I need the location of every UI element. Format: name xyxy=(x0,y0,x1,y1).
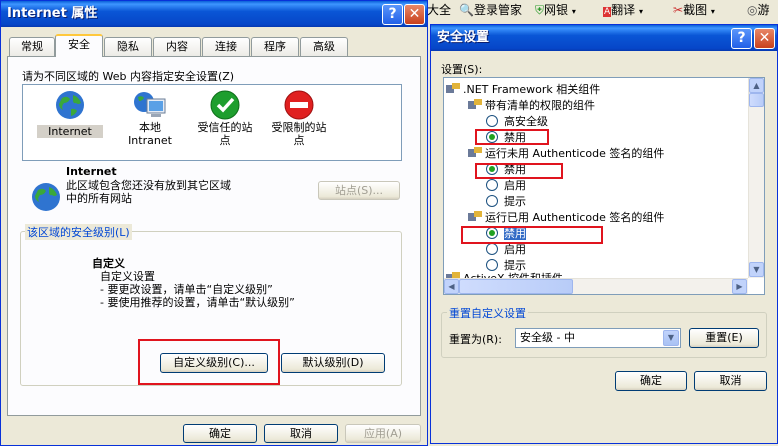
tab-privacy[interactable]: 隐私 xyxy=(104,37,152,56)
tab-general[interactable]: 常规 xyxy=(9,37,55,56)
settings-label: 设置(S): xyxy=(441,63,483,76)
toolbar-item-translate[interactable]: A翻译 ▾ xyxy=(603,2,643,20)
gamepad-icon: ◎ xyxy=(747,3,758,17)
tab-content[interactable]: 内容 xyxy=(153,37,201,56)
radio-option[interactable]: 启用 xyxy=(486,242,526,258)
zone-prompt: 请为不同区域的 Web 内容指定安全设置(Z) xyxy=(22,70,235,83)
internet-options-dialog: Internet 属性 ? ✕ 常规 安全 隐私 内容 连接 程序 高级 请为不… xyxy=(0,0,428,446)
radio-button[interactable] xyxy=(486,195,498,207)
settings-tree[interactable]: .NET Framework 相关组件 带有清单的权限的组件 高安全级 禁用 运… xyxy=(443,77,765,295)
custom-level-title: 自定义 xyxy=(92,257,125,270)
highlight-disable-3 xyxy=(461,226,603,244)
trusted-check-icon xyxy=(210,90,240,120)
zone-label-restricted: 受限制的站 点 xyxy=(271,121,327,147)
tree-category[interactable]: .NET Framework 相关组件 xyxy=(446,82,600,98)
settings-gear-icon xyxy=(468,211,482,221)
security-settings-dialog: 安全设置 ? ✕ 设置(S): .NET Framework 相关组件 带有清单… xyxy=(430,24,778,444)
sites-button[interactable]: 站点(S)... xyxy=(318,181,400,200)
toolbar-item-login[interactable]: 🔍登录管家 xyxy=(459,2,522,18)
security-level-group-label: 该区域的安全级别(L) xyxy=(25,224,132,240)
tab-security[interactable]: 安全 xyxy=(55,34,103,57)
scroll-right-button[interactable]: ▶ xyxy=(732,279,747,294)
horizontal-scrollbar[interactable]: ◀ ▶ xyxy=(444,278,748,294)
reset-to-label: 重置为(R): xyxy=(449,333,502,346)
highlight-disable-2 xyxy=(475,163,563,179)
settings-gear-icon xyxy=(468,147,482,157)
zone-trusted-sites[interactable]: 受信任的站 点 xyxy=(189,89,261,147)
zone-info-title: Internet xyxy=(66,165,117,178)
intranet-monitor-icon xyxy=(134,92,166,117)
apply-button[interactable]: 应用(A) xyxy=(345,424,421,443)
ok-button[interactable]: 确定 xyxy=(615,371,687,391)
tree-item[interactable]: 运行未用 Authenticode 签名的组件 xyxy=(468,146,664,162)
toolbar-item-daquan[interactable]: 大全 xyxy=(427,2,451,18)
ok-button[interactable]: 确定 xyxy=(183,424,257,443)
radio-button[interactable] xyxy=(486,179,498,191)
zone-label-internet: Internet xyxy=(37,125,103,138)
security-tab-panel: 请为不同区域的 Web 内容指定安全设置(Z) Internet 本地 Intr… xyxy=(7,56,421,416)
radio-button[interactable] xyxy=(486,259,498,271)
chevron-down-icon[interactable]: ▼ xyxy=(663,330,679,346)
zone-list: Internet 本地 Intranet 受信任的站 点 受限制的站 点 xyxy=(22,84,402,161)
close-button[interactable]: ✕ xyxy=(404,4,425,25)
chevron-down-icon: ▾ xyxy=(571,7,576,16)
screenshot-icon: ✂ xyxy=(673,3,684,17)
security-settings-titlebar: 安全设置 xyxy=(431,25,777,51)
help-button[interactable]: ? xyxy=(382,4,403,25)
cancel-button[interactable]: 取消 xyxy=(694,371,767,391)
tree-item[interactable]: 运行已用 Authenticode 签名的组件 xyxy=(468,210,664,226)
toolbar-item-screenshot[interactable]: ✂截图 ▾ xyxy=(673,2,715,20)
zone-info-text: 此区域包含您还没有放到其它区域 中的所有网站 xyxy=(66,179,231,205)
scroll-up-button[interactable]: ▲ xyxy=(749,78,764,93)
scroll-thumb[interactable] xyxy=(459,279,573,294)
help-button[interactable]: ? xyxy=(731,28,752,49)
radio-option[interactable]: 高安全级 xyxy=(486,114,548,130)
default-level-button[interactable]: 默认级别(D) xyxy=(281,353,385,373)
vertical-scrollbar[interactable]: ▲ ▼ xyxy=(748,78,764,278)
radio-option[interactable]: 启用 xyxy=(486,178,526,194)
restricted-no-icon xyxy=(284,90,314,120)
close-button[interactable]: ✕ xyxy=(754,28,775,49)
radio-option[interactable]: 提示 xyxy=(486,194,526,210)
zone-restricted-sites[interactable]: 受限制的站 点 xyxy=(263,89,335,147)
shield-icon: ⛨ xyxy=(535,3,545,17)
custom-level-description: 自定义设置 - 要更改设置，请单击“自定义级别” - 要使用推荐的设置，请单击“… xyxy=(100,270,295,309)
scroll-left-button[interactable]: ◀ xyxy=(444,279,459,294)
toolbar-item-game[interactable]: ◎游 xyxy=(747,2,770,18)
highlight-disable-1 xyxy=(475,129,549,145)
dialog-title: Internet 属性 xyxy=(7,6,98,21)
globe-icon xyxy=(32,183,60,211)
translate-icon: A xyxy=(603,7,612,17)
radio-button[interactable] xyxy=(486,115,498,127)
reset-level-select[interactable]: 安全级 - 中 ▼ xyxy=(515,328,681,348)
scroll-down-button[interactable]: ▼ xyxy=(749,262,764,277)
browser-toolbar: 大全 🔍登录管家 ⛨网银 ▾ A翻译 ▾ ✂截图 ▾ ◎游 xyxy=(427,0,778,20)
search-icon: 🔍 xyxy=(459,3,474,17)
chevron-down-icon: ▾ xyxy=(639,7,644,16)
radio-button[interactable] xyxy=(486,243,498,255)
zone-label-trusted: 受信任的站 点 xyxy=(197,121,253,147)
globe-icon xyxy=(56,91,84,119)
scroll-thumb[interactable] xyxy=(749,93,764,107)
tree-item[interactable]: 带有清单的权限的组件 xyxy=(468,98,595,114)
toolbar-item-bank[interactable]: ⛨网银 ▾ xyxy=(535,2,576,20)
tab-programs[interactable]: 程序 xyxy=(251,37,299,56)
cancel-button[interactable]: 取消 xyxy=(264,424,338,443)
tab-connections[interactable]: 连接 xyxy=(202,37,250,56)
tab-advanced[interactable]: 高级 xyxy=(300,37,348,56)
zone-local-intranet[interactable]: 本地 Intranet xyxy=(117,89,183,147)
highlight-custom-level xyxy=(138,339,280,385)
dialog-title: 安全设置 xyxy=(437,30,490,45)
settings-gear-icon xyxy=(468,99,482,109)
reset-button[interactable]: 重置(E) xyxy=(689,328,759,348)
zone-internet[interactable]: Internet xyxy=(37,89,103,138)
internet-options-titlebar: Internet 属性 xyxy=(1,1,427,27)
chevron-down-icon: ▾ xyxy=(710,7,715,16)
reset-group-label: 重置自定义设置 xyxy=(447,305,528,321)
settings-gear-icon xyxy=(446,83,460,93)
zone-label-intranet: 本地 Intranet xyxy=(128,121,172,147)
